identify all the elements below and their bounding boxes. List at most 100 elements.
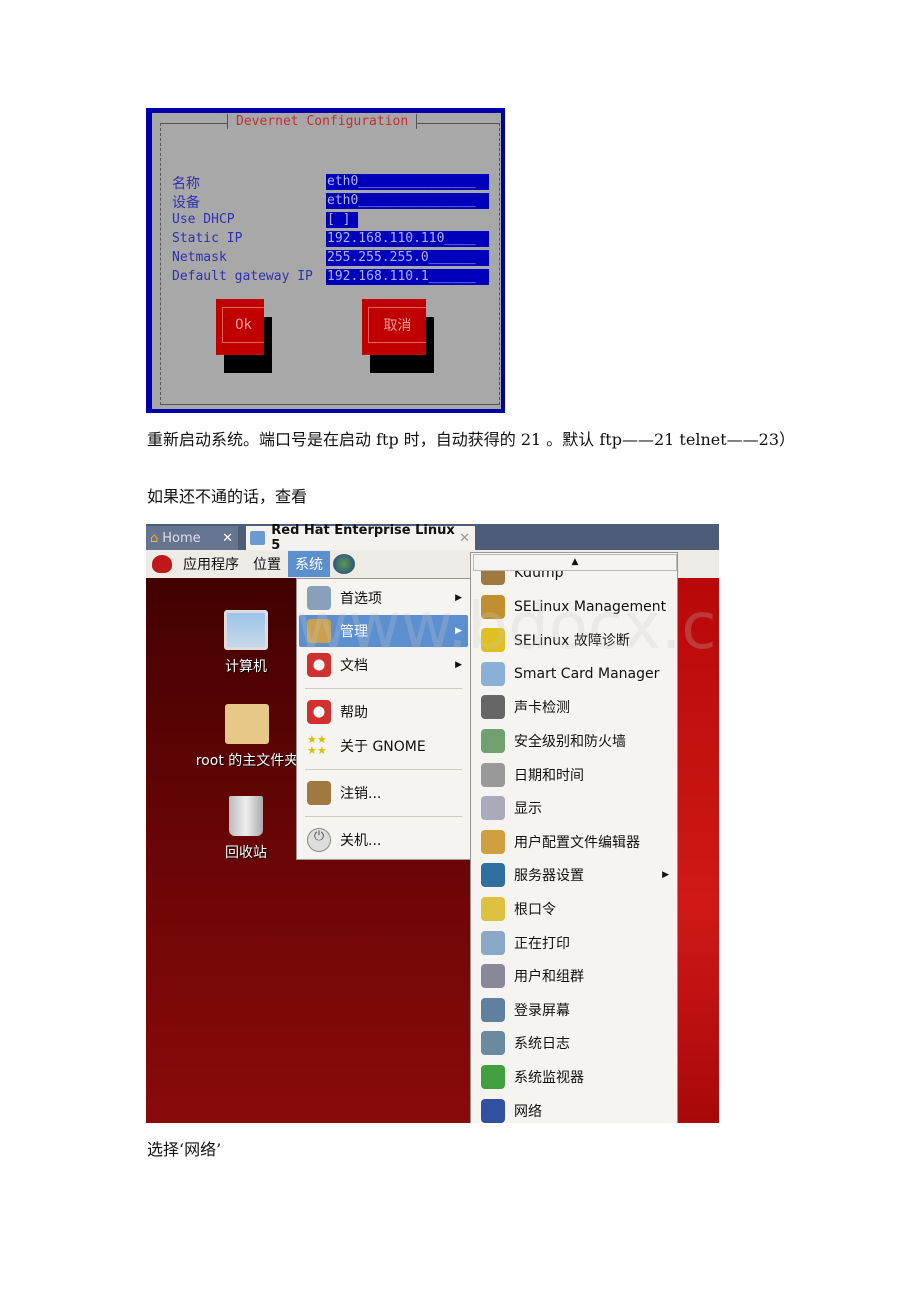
menu-item-admin[interactable]: Smart Card Manager [473, 658, 675, 690]
desktop-trash[interactable]: 回收站 [206, 796, 286, 862]
field-label: Netmask [172, 250, 227, 265]
menu-item-preferences[interactable]: 首选项 ▶ [299, 582, 468, 614]
field-label: Use DHCP [172, 212, 235, 227]
stars-icon: ★★ ★★ [307, 733, 327, 757]
desktop-label: 回收站 [225, 845, 267, 861]
desktop-home-folder[interactable]: root 的主文件夹 [182, 704, 312, 770]
menu-item-admin[interactable]: 系统日志 [473, 1027, 675, 1059]
help-ring-icon [307, 700, 331, 724]
menu-label: SELinux Management [514, 598, 667, 615]
netmask-field[interactable]: 255.255.255.0______ [326, 250, 489, 266]
menu-label: 用户和组群 [514, 969, 584, 986]
paragraph: 重新启动系统。端口号是在启动 ftp 时，自动获得的 21 。默认 ftp——2… [147, 430, 796, 449]
admin-tool-icon [481, 997, 505, 1022]
menu-item-help[interactable]: 帮助 [299, 696, 468, 728]
tab-rhel5[interactable]: Red Hat Enterprise Linux 5 ✕ [246, 524, 475, 553]
field-label: Static IP [172, 231, 243, 246]
menu-item-logout[interactable]: 注销... [299, 777, 468, 809]
admin-tool-icon [481, 695, 505, 720]
menu-item-admin[interactable]: 声卡检测 [473, 691, 675, 723]
admin-tool-icon [481, 661, 505, 686]
menu-item-admin[interactable]: 正在打印 [473, 927, 675, 959]
administration-icon [307, 619, 331, 643]
cancel-label: 取消 [368, 307, 426, 343]
admin-tool-icon [481, 594, 505, 619]
admin-tool-icon [481, 863, 505, 888]
menu-label: 显示 [514, 801, 542, 818]
menu-label: 日期和时间 [514, 767, 584, 784]
menu-item-admin[interactable]: 用户配置文件编辑器 [473, 826, 675, 858]
menu-label: 首选项 [340, 591, 382, 607]
menu-label: 管理 [340, 624, 368, 640]
menu-item-about-gnome[interactable]: ★★ ★★ 关于 GNOME [299, 730, 468, 762]
menu-item-admin[interactable]: 用户和组群 [473, 960, 675, 992]
menu-label: SELinux 故障诊断 [514, 633, 630, 650]
menu-item-shutdown[interactable]: ⏻ 关机... [299, 824, 468, 856]
close-icon[interactable]: ✕ [459, 531, 470, 546]
paragraph: 如果还不通的话，查看 [147, 487, 308, 506]
device-field[interactable]: eth0_______________ [326, 193, 489, 209]
logout-icon [307, 781, 331, 805]
menu-item-admin[interactable]: 服务器设置 ▶ [473, 859, 675, 891]
gnome-desktop-screenshot: ⌂ Home ✕ Red Hat Enterprise Linux 5 ✕ 应用… [146, 524, 719, 1123]
computer-icon [224, 610, 268, 650]
menu-label: 用户配置文件编辑器 [514, 834, 640, 851]
menu-item-admin[interactable]: 网络 [473, 1095, 675, 1123]
name-field[interactable]: eth0_______________ [326, 174, 489, 190]
admin-tool-icon [481, 628, 505, 653]
desktop-computer[interactable]: 计算机 [206, 610, 286, 676]
admin-tool-icon [481, 829, 505, 854]
close-icon[interactable]: ✕ [222, 531, 233, 546]
admin-tool-icon [481, 1065, 505, 1089]
tab-label: Red Hat Enterprise Linux 5 [271, 524, 455, 553]
field-label: 名称 [172, 176, 200, 192]
admin-tool-icon [481, 796, 505, 821]
gateway-field[interactable]: 192.168.110.1______ [326, 269, 489, 285]
tab-label: Home [162, 530, 201, 546]
submenu-arrow-icon: ▶ [662, 870, 669, 881]
menu-item-admin[interactable]: SELinux Management [473, 591, 675, 623]
ok-button[interactable]: Ok [216, 299, 264, 355]
field-label: 设备 [172, 195, 200, 211]
menu-label: 系统监视器 [514, 1070, 584, 1086]
menu-label: Smart Card Manager [514, 665, 660, 682]
static-ip-field[interactable]: 192.168.110.110____ [326, 231, 489, 247]
menu-label: 正在打印 [514, 935, 570, 952]
ok-label: Ok [222, 307, 264, 343]
menu-item-admin[interactable]: 根口令 [473, 893, 675, 925]
admin-tool-icon [481, 930, 505, 955]
menu-system[interactable]: 系统 [288, 551, 330, 577]
menu-item-documentation[interactable]: 文档 ▶ [299, 649, 468, 681]
submenu-arrow-icon: ▶ [455, 593, 462, 603]
dhcp-checkbox[interactable]: [ ] [326, 212, 358, 228]
menu-item-admin[interactable]: 显示 [473, 792, 675, 824]
paragraph: 选择‘网络’ [147, 1140, 222, 1159]
power-icon: ⏻ [307, 828, 331, 852]
field-label: Default gateway IP [172, 269, 313, 284]
menu-item-administration[interactable]: 管理 ▶ [299, 615, 468, 647]
admin-tool-icon [481, 762, 505, 787]
menu-applications[interactable]: 应用程序 [176, 551, 246, 577]
menu-separator [305, 816, 462, 817]
admin-tool-icon [481, 897, 505, 921]
menu-item-admin[interactable]: SELinux 故障诊断 [473, 624, 675, 656]
help-ring-icon [307, 653, 331, 677]
menu-label: 服务器设置 [514, 868, 584, 885]
cancel-button[interactable]: 取消 [362, 299, 426, 355]
tab-home[interactable]: ⌂ Home ✕ [146, 526, 238, 550]
menu-places[interactable]: 位置 [246, 551, 288, 577]
menu-item-admin[interactable]: 安全级别和防火墙 [473, 725, 675, 757]
menu-item-admin[interactable]: 日期和时间 [473, 759, 675, 791]
dialog-title: Devernet Configuration [227, 114, 418, 129]
trash-icon [229, 796, 263, 836]
menu-label: 关于 GNOME [340, 739, 426, 755]
redhat-icon [152, 555, 172, 573]
menu-item-admin[interactable]: 登录屏幕 [473, 994, 675, 1026]
menu-item-admin[interactable]: 系统监视器 [473, 1061, 675, 1093]
menu-separator [305, 769, 462, 770]
vm-icon [250, 531, 266, 545]
menu-label: 根口令 [514, 902, 556, 918]
network-globe-icon[interactable] [333, 554, 355, 574]
tab-bar: ⌂ Home ✕ Red Hat Enterprise Linux 5 ✕ [146, 524, 719, 553]
scroll-up-arrow-icon[interactable]: ▲ [473, 554, 677, 571]
